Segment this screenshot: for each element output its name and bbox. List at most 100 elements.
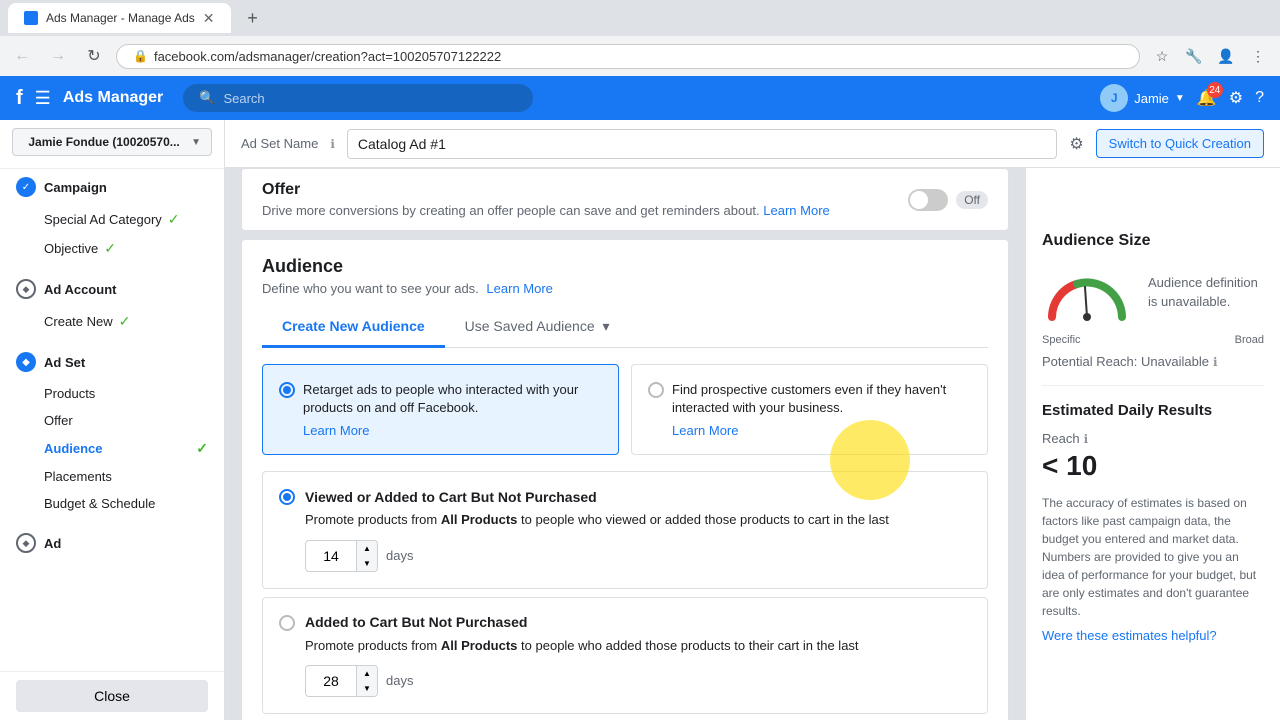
reach-info-icon[interactable]: ℹ xyxy=(1084,432,1089,446)
sidebar-item-campaign[interactable]: ✓ Campaign xyxy=(0,169,224,205)
sidebar-sub-objective[interactable]: Objective ✓ xyxy=(0,234,224,263)
sidebar-sub-offer[interactable]: Offer xyxy=(0,407,224,434)
option1-radio[interactable] xyxy=(279,489,295,505)
browser-tab[interactable]: Ads Manager - Manage Ads ✕ xyxy=(8,3,231,33)
notification-badge: 24 xyxy=(1207,82,1223,98)
option1-days-input[interactable]: ▲ ▼ xyxy=(305,540,378,572)
adset-settings-icon[interactable]: ⚙ xyxy=(1069,134,1083,154)
switch-creation-button[interactable]: Switch to Quick Creation xyxy=(1096,129,1264,158)
search-bar[interactable]: 🔍 xyxy=(183,84,533,112)
option1-days-down[interactable]: ▼ xyxy=(357,556,377,571)
tab-create-audience[interactable]: Create New Audience xyxy=(262,308,445,348)
help-button[interactable]: ? xyxy=(1255,89,1264,107)
url-text: facebook.com/adsmanager/creation?act=100… xyxy=(154,49,1123,64)
avatar: J xyxy=(1100,84,1128,112)
right-panel: Audience Size xyxy=(1025,168,1280,720)
audience-section-title: Audience xyxy=(262,256,988,277)
create-new-check-icon: ✓ xyxy=(119,313,131,330)
helpful-link[interactable]: Were these estimates helpful? xyxy=(1042,628,1217,643)
budget-schedule-label: Budget & Schedule xyxy=(44,496,155,511)
offer-learn-more-link[interactable]: Learn More xyxy=(763,203,829,218)
option2-days-label: days xyxy=(386,673,413,688)
bookmark-button[interactable]: ☆ xyxy=(1148,42,1176,70)
audience-tabs: Create New Audience Use Saved Audience ▾ xyxy=(262,308,988,348)
ad-account-label: Ad Account xyxy=(44,282,116,297)
placements-label: Placements xyxy=(44,469,112,484)
sidebar-sub-budget-schedule[interactable]: Budget & Schedule xyxy=(0,490,224,517)
retarget-learn-more-link[interactable]: Learn More xyxy=(303,423,602,438)
sidebar-item-ad-account[interactable]: ◆ Ad Account xyxy=(0,271,224,307)
extensions-button[interactable]: 🔧 xyxy=(1180,42,1208,70)
prospective-radio[interactable] xyxy=(648,382,664,398)
prospective-text: Find prospective customers even if they … xyxy=(672,381,971,417)
objective-check-icon: ✓ xyxy=(104,240,116,257)
sidebar-item-ad-set[interactable]: ◆ Ad Set xyxy=(0,344,224,380)
search-input[interactable] xyxy=(223,91,517,106)
adset-name-label: Ad Set Name xyxy=(241,136,318,151)
sidebar-sub-products[interactable]: Products xyxy=(0,380,224,407)
refresh-button[interactable]: ↻ xyxy=(80,42,108,70)
address-bar[interactable]: 🔒 facebook.com/adsmanager/creation?act=1… xyxy=(116,44,1140,69)
broad-label: Broad xyxy=(1235,334,1264,346)
offer-description: Drive more conversions by creating an of… xyxy=(262,203,830,218)
option1-days-label: days xyxy=(386,548,413,563)
notifications-button[interactable]: 🔔 24 xyxy=(1197,88,1217,108)
sidebar-sub-placements[interactable]: Placements xyxy=(0,463,224,490)
prospective-learn-more-link[interactable]: Learn More xyxy=(672,423,971,438)
account-selector: Jamie Fondue (10020570... ▼ xyxy=(0,120,224,169)
profile-button[interactable]: 👤 xyxy=(1212,42,1240,70)
user-name: Jamie xyxy=(1134,91,1169,106)
specific-label: Specific xyxy=(1042,334,1081,346)
user-area[interactable]: J Jamie ▼ xyxy=(1100,84,1185,112)
create-new-label: Create New xyxy=(44,314,113,329)
option2-radio[interactable] xyxy=(279,615,295,631)
ad-icon: ◆ xyxy=(16,533,36,553)
products-label: Products xyxy=(44,386,95,401)
option2-days-field[interactable] xyxy=(306,667,356,695)
option1-days-up[interactable]: ▲ xyxy=(357,541,377,556)
retarget-card[interactable]: Retarget ads to people who interacted wi… xyxy=(262,364,619,455)
sidebar-sub-audience[interactable]: Audience ✓ xyxy=(0,434,224,463)
option1-days-field[interactable] xyxy=(306,542,356,570)
retarget-radio[interactable] xyxy=(279,382,295,398)
audience-section: Audience Define who you want to see your… xyxy=(241,239,1009,720)
settings-button[interactable]: ⚙ xyxy=(1229,88,1243,108)
option2-days-input[interactable]: ▲ ▼ xyxy=(305,665,378,697)
audience-gauge xyxy=(1042,262,1132,322)
gauge-container: Audience definition is unavailable. xyxy=(1042,262,1264,322)
search-icon: 🔍 xyxy=(199,90,215,106)
campaign-label: Campaign xyxy=(44,180,107,195)
hamburger-menu-button[interactable]: ☰ xyxy=(35,88,51,109)
accuracy-text: The accuracy of estimates is based on fa… xyxy=(1042,494,1264,620)
special-ad-label: Special Ad Category xyxy=(44,212,162,227)
menu-button[interactable]: ⋮ xyxy=(1244,42,1272,70)
objective-label: Objective xyxy=(44,241,98,256)
potential-reach-info-icon[interactable]: ℹ xyxy=(1213,355,1218,369)
back-button[interactable]: ← xyxy=(8,42,36,70)
option2-days-up[interactable]: ▲ xyxy=(357,666,377,681)
offer-toggle-badge: Off xyxy=(956,191,988,209)
option2-days-down[interactable]: ▼ xyxy=(357,681,377,696)
ad-set-label: Ad Set xyxy=(44,355,85,370)
new-tab-button[interactable]: + xyxy=(239,4,267,32)
sidebar-item-ad[interactable]: ◆ Ad xyxy=(0,525,224,561)
prospective-card[interactable]: Find prospective customers even if they … xyxy=(631,364,988,455)
sidebar-sub-special-ad[interactable]: Special Ad Category ✓ xyxy=(0,205,224,234)
close-tab-button[interactable]: ✕ xyxy=(203,10,215,27)
account-button[interactable]: Jamie Fondue (10020570... ▼ xyxy=(12,128,212,156)
reach-value: < 10 xyxy=(1042,450,1264,482)
tab-saved-audience[interactable]: Use Saved Audience ▾ xyxy=(445,308,630,348)
offer-toggle[interactable] xyxy=(908,189,948,211)
ad-label: Ad xyxy=(44,536,61,551)
option1-desc: Promote products from All Products to pe… xyxy=(305,511,971,529)
sidebar-sub-create-new[interactable]: Create New ✓ xyxy=(0,307,224,336)
special-ad-check-icon: ✓ xyxy=(168,211,180,228)
sidebar-footer: Close xyxy=(0,671,224,720)
adset-name-input[interactable] xyxy=(347,129,1057,159)
audience-section-desc: Define who you want to see your ads. Lea… xyxy=(262,281,988,296)
close-button[interactable]: Close xyxy=(16,680,208,712)
forward-button[interactable]: → xyxy=(44,42,72,70)
favicon-icon xyxy=(24,11,38,25)
ad-account-icon: ◆ xyxy=(16,279,36,299)
audience-learn-more-link[interactable]: Learn More xyxy=(486,281,552,296)
